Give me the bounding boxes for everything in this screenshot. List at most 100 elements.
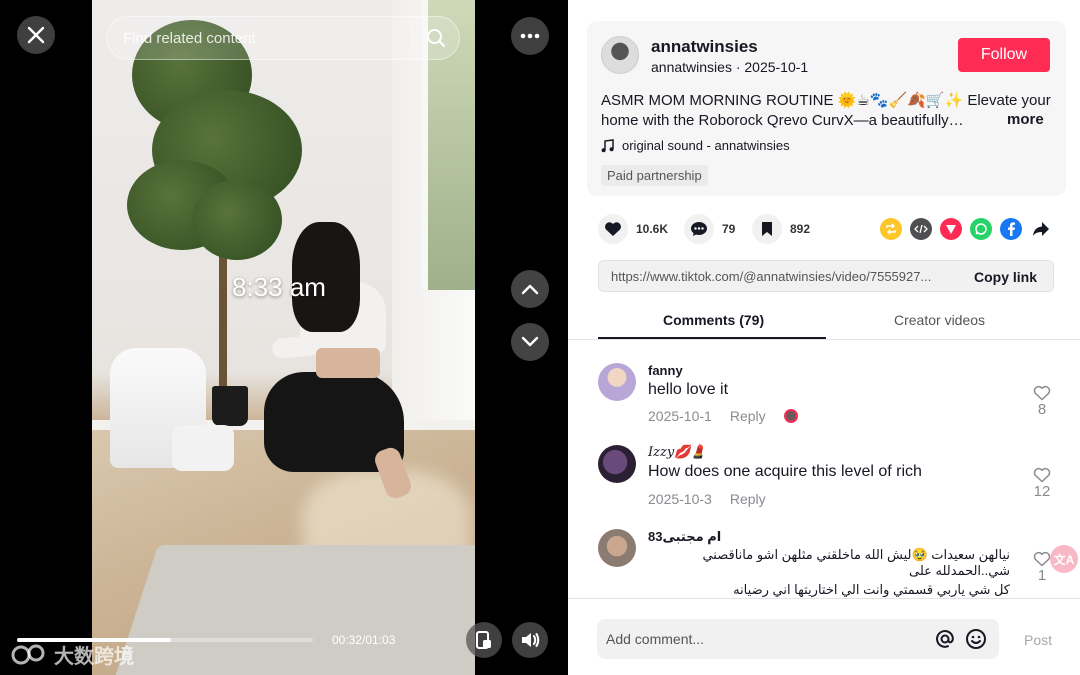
video-player[interactable]: 8:33 am 00:32/01:03 [0,0,568,675]
comment-like-count: 8 [1037,401,1047,418]
copy-link-button[interactable]: Copy link [974,269,1037,285]
commenter-avatar[interactable] [598,363,636,401]
follow-button[interactable]: Follow [958,38,1050,72]
repost-button[interactable] [880,218,902,240]
like-action[interactable]: 10.6K [598,214,668,244]
post-comment-button[interactable]: Post [1024,632,1052,648]
comment-text-line: كل شي ياربي قسمتي وانت الي اختاريتها اني… [733,582,1010,597]
paid-partnership-tag: Paid partnership [601,165,708,186]
heart-icon [605,222,621,236]
scene-robot-vacuum [172,425,234,471]
search-button[interactable] [413,28,459,48]
send-to-friends-button[interactable] [940,218,962,240]
watermark-icon [11,644,45,664]
more-share-button[interactable] [1030,218,1052,240]
video-frame[interactable]: 8:33 am [92,0,475,675]
previous-video-button[interactable] [511,270,549,308]
comment-text: How does one acquire this level of rich [648,463,922,480]
comment-list[interactable]: fanny hello love it 2025-10-1 Reply 8 Iz… [568,345,1080,597]
picture-in-picture-icon [476,631,491,649]
comment-item: fanny hello love it 2025-10-1 Reply 8 [598,363,1068,433]
sound-link[interactable]: original sound - annatwinsies [601,138,790,153]
comment-meta: 2025-10-3 Reply [648,491,766,507]
tab-creator-videos[interactable]: Creator videos [894,312,985,328]
author-avatar[interactable] [601,36,639,74]
comment-action[interactable]: 79 [684,214,735,244]
search-icon [427,29,445,47]
whatsapp-icon [975,223,987,235]
action-bar: 10.6K 79 892 [598,214,1058,244]
post-caption: ASMR MOM MORNING ROUTINE 🌞☕🐾🧹🍂🛒✨ Elevate… [601,91,1051,131]
comment-input-box[interactable] [597,619,999,659]
comment-text: نيالهن سعيدات 🥹ليش الله ماخلقني مثلهن اش… [648,547,1010,597]
heart-outline-icon [1033,551,1051,567]
commenter-name[interactable]: ام مجتبى83 [648,529,721,545]
heart-outline-icon [1033,467,1051,483]
comment-meta: 2025-10-1 Reply [648,408,798,424]
close-button[interactable] [17,16,55,54]
commenter-name[interactable]: Izzy💋💄 [648,445,707,460]
scene-foliage [192,180,282,260]
share-link-url[interactable]: https://www.tiktok.com/@annatwinsies/vid… [611,269,961,284]
share-facebook-button[interactable] [1000,218,1022,240]
save-action[interactable]: 892 [752,214,810,244]
comment-text: hello love it [648,381,729,398]
volume-icon [522,633,540,647]
comment-composer: Post [568,598,1080,675]
volume-button[interactable] [512,622,548,658]
commenter-name[interactable]: fanny [648,363,683,378]
comment-date: 2025-10-3 [648,491,712,507]
save-button[interactable] [752,214,782,244]
mention-icon[interactable] [935,629,955,649]
comment-button[interactable] [684,214,714,244]
watermark-logo: 大数跨境 [10,640,134,669]
more-options-button[interactable] [511,17,549,55]
tab-comments[interactable]: Comments (79) [663,312,764,328]
comment-like-button[interactable]: 8 [1032,385,1052,418]
creator-liked-avatar-icon [783,409,798,423]
search-bar[interactable] [106,16,460,60]
content-tabs: Comments (79) Creator videos [568,303,1080,340]
chevron-down-icon [521,336,539,347]
comment-item: Izzy💋💄 How does one acquire this level o… [598,445,1068,515]
comment-input[interactable] [597,631,935,647]
reply-button[interactable]: Reply [730,408,766,424]
comment-like-button[interactable]: 12 [1032,467,1052,500]
sound-label: original sound - annatwinsies [622,138,790,153]
embed-button[interactable] [910,218,932,240]
repost-icon [886,223,896,235]
comment-item: ام مجتبى83 نيالهن سعيدات 🥹ليش الله ماخلق… [598,529,1068,597]
scene-rug [106,545,475,675]
comment-date: 2025-10-1 [648,408,712,424]
send-icon [946,225,956,234]
share-arrow-icon [1033,222,1049,236]
comment-like-button[interactable]: 1 [1032,551,1052,584]
floating-player-button[interactable] [466,622,502,658]
reply-button[interactable]: Reply [730,491,766,507]
like-button[interactable] [598,214,628,244]
tiktok-video-page: 8:33 am 00:32/01:03 [0,0,1080,675]
scene-person-midriff [316,348,380,378]
facebook-icon [1008,222,1015,236]
comment-like-count: 12 [1033,483,1051,500]
share-whatsapp-button[interactable] [970,218,992,240]
next-video-button[interactable] [511,323,549,361]
author-meta: annatwinsies · 2025-10-1 [651,59,809,75]
author-name[interactable]: annatwinsies [651,37,758,57]
commenter-avatar[interactable] [598,529,636,567]
scene-pot [212,386,248,426]
details-panel: annatwinsies annatwinsies · 2025-10-1 Fo… [568,0,1080,675]
emoji-icon[interactable] [965,628,987,650]
translate-button[interactable]: 文A [1050,545,1078,573]
like-count: 10.6K [636,222,669,236]
caption-more-link[interactable]: more [1007,111,1044,128]
video-time-label: 00:32/01:03 [332,633,396,647]
post-caption-text: ASMR MOM MORNING ROUTINE 🌞☕🐾🧹🍂🛒✨ Elevate… [601,92,1051,129]
commenter-avatar[interactable] [598,445,636,483]
bookmark-icon [762,222,772,236]
search-input[interactable] [107,29,412,47]
close-icon [27,26,45,44]
music-note-icon [601,138,614,152]
share-link-box: https://www.tiktok.com/@annatwinsies/vid… [598,260,1054,292]
chevron-up-icon [521,284,539,295]
